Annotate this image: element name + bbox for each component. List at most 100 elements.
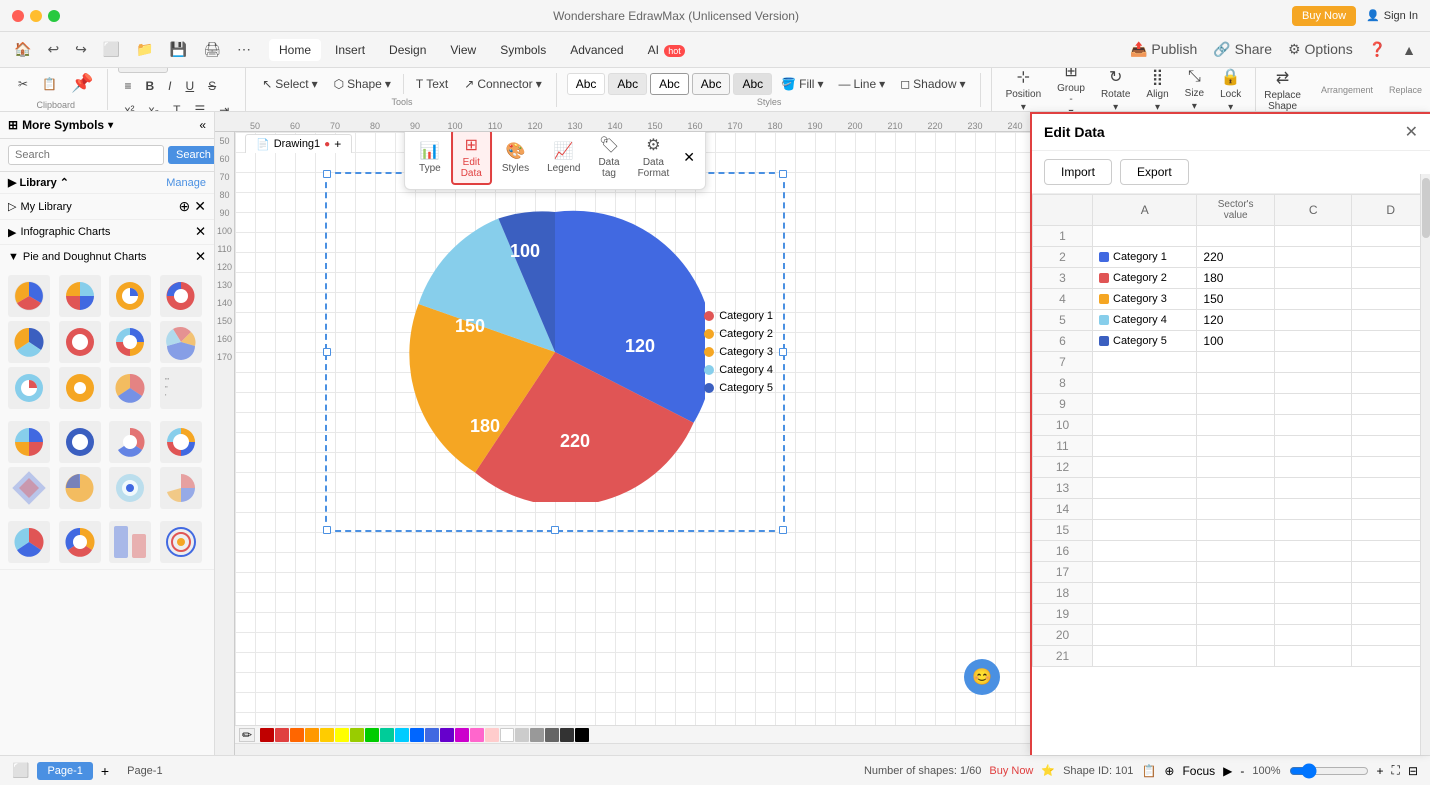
- group-btn[interactable]: ⊞ Group -▾: [1051, 68, 1091, 112]
- undo-icon[interactable]: ↩: [41, 37, 65, 62]
- color-swatch[interactable]: [455, 728, 469, 742]
- row-cell[interactable]: [1197, 394, 1275, 415]
- add-page-btn[interactable]: +: [101, 763, 109, 779]
- row-cell[interactable]: [1197, 373, 1275, 394]
- row-cell[interactable]: [1274, 226, 1352, 247]
- style-abc-4[interactable]: Abc: [692, 73, 731, 95]
- color-swatch[interactable]: [560, 728, 574, 742]
- row-cell[interactable]: [1352, 415, 1430, 436]
- chart-toolbar-close-btn[interactable]: ✕: [679, 145, 699, 170]
- row-cell[interactable]: [1274, 625, 1352, 646]
- chart-thumb-18[interactable]: [59, 467, 101, 509]
- underline-btn[interactable]: U: [179, 75, 200, 97]
- superscript-btn[interactable]: x²: [118, 99, 140, 113]
- line-btn[interactable]: — Line ▾: [832, 73, 891, 95]
- style-abc-2[interactable]: Abc: [608, 73, 647, 95]
- row-cell[interactable]: [1093, 499, 1197, 520]
- row-cell[interactable]: [1274, 499, 1352, 520]
- row-cell[interactable]: [1352, 373, 1430, 394]
- save-icon[interactable]: 💾: [164, 37, 193, 62]
- color-swatch[interactable]: [275, 728, 289, 742]
- chart-thumb-1[interactable]: [8, 275, 50, 317]
- bold-btn[interactable]: B: [139, 75, 160, 97]
- color-swatch[interactable]: [425, 728, 439, 742]
- row-cell[interactable]: [1352, 583, 1430, 604]
- chart-thumb-20[interactable]: [160, 467, 202, 509]
- row-cell[interactable]: [1093, 541, 1197, 562]
- row-cell[interactable]: [1093, 394, 1197, 415]
- row-cell[interactable]: [1197, 541, 1275, 562]
- row-cell[interactable]: [1352, 457, 1430, 478]
- row-cell[interactable]: [1274, 583, 1352, 604]
- chart-thumb-2[interactable]: [59, 275, 101, 317]
- row-cell[interactable]: [1352, 499, 1430, 520]
- play-btn[interactable]: ▶: [1223, 764, 1232, 778]
- chart-thumb-15[interactable]: [109, 421, 151, 463]
- text-style-btn[interactable]: T: [167, 99, 186, 113]
- row-cell[interactable]: [1352, 268, 1430, 289]
- paste-btn[interactable]: 📌: [65, 69, 99, 98]
- row-cell[interactable]: [1093, 226, 1197, 247]
- user-avatar[interactable]: 😊: [964, 659, 1000, 695]
- manage-link[interactable]: Manage: [166, 177, 206, 189]
- menu-view[interactable]: View: [440, 39, 486, 61]
- color-swatch[interactable]: [485, 728, 499, 742]
- color-swatch[interactable]: [575, 728, 589, 742]
- row-cell[interactable]: [1352, 247, 1430, 268]
- row-cell[interactable]: [1093, 604, 1197, 625]
- more-icon[interactable]: ⋯: [231, 37, 257, 62]
- menu-design[interactable]: Design: [379, 39, 436, 61]
- new-page-btn[interactable]: ⬜: [12, 762, 29, 779]
- color-swatch[interactable]: [290, 728, 304, 742]
- row-cell[interactable]: [1274, 520, 1352, 541]
- print-icon[interactable]: 🖨: [197, 37, 227, 62]
- open-icon[interactable]: 📁: [130, 37, 159, 62]
- sign-in-button[interactable]: 👤 Sign In: [1366, 9, 1418, 22]
- font-size-select[interactable]: 10: [118, 68, 168, 73]
- menu-ai[interactable]: AI hot: [638, 39, 695, 61]
- fill-btn[interactable]: 🪣 Fill ▾: [775, 73, 829, 95]
- chart-legend-btn[interactable]: 📈 Legend: [539, 137, 588, 178]
- row-cell[interactable]: [1352, 310, 1430, 331]
- row-cell[interactable]: [1197, 226, 1275, 247]
- row-cell[interactable]: [1274, 394, 1352, 415]
- italic-btn[interactable]: I: [162, 75, 177, 97]
- zoom-in-btn[interactable]: +: [1377, 764, 1384, 778]
- style-abc-1[interactable]: Abc: [567, 73, 606, 95]
- zoom-fit-btn[interactable]: ⊕: [1164, 764, 1174, 778]
- color-swatch[interactable]: [530, 728, 544, 742]
- chart-thumb-21[interactable]: [8, 521, 50, 563]
- zoom-slider[interactable]: [1289, 763, 1369, 779]
- row-cell[interactable]: [1093, 457, 1197, 478]
- row-cell[interactable]: [1352, 394, 1430, 415]
- row-cell[interactable]: [1274, 457, 1352, 478]
- row-cell[interactable]: [1197, 352, 1275, 373]
- chart-thumb-13[interactable]: [8, 421, 50, 463]
- row-cell[interactable]: [1274, 478, 1352, 499]
- color-swatch[interactable]: [410, 728, 424, 742]
- chart-thumb-23[interactable]: [109, 521, 151, 563]
- vertical-scrollbar[interactable]: [1420, 174, 1430, 755]
- shadow-btn[interactable]: ◻ Shadow ▾: [894, 73, 971, 95]
- sidebar-toggle-btn[interactable]: ⊟: [1408, 764, 1418, 778]
- chart-thumb-11[interactable]: [109, 367, 151, 409]
- row-cell[interactable]: [1197, 478, 1275, 499]
- color-swatch[interactable]: [365, 728, 379, 742]
- options-btn[interactable]: ⚙ Options: [1282, 37, 1359, 62]
- scrollbar-thumb[interactable]: [1422, 178, 1430, 238]
- chart-thumb-24[interactable]: [160, 521, 202, 563]
- row-cell[interactable]: Category 1: [1093, 247, 1197, 268]
- chart-thumb-4[interactable]: [160, 275, 202, 317]
- row-cell-value[interactable]: 220: [1197, 247, 1275, 268]
- color-swatch[interactable]: [395, 728, 409, 742]
- focus-btn[interactable]: Focus: [1182, 764, 1215, 778]
- row-cell[interactable]: [1197, 646, 1275, 667]
- close-library-btn[interactable]: ✕: [194, 198, 206, 215]
- row-cell[interactable]: [1197, 604, 1275, 625]
- select-tool-btn[interactable]: ↖ Select ▾: [256, 73, 323, 95]
- row-cell[interactable]: [1093, 520, 1197, 541]
- color-swatch[interactable]: [350, 728, 364, 742]
- new-icon[interactable]: ⬜: [97, 37, 126, 62]
- row-cell[interactable]: Category 3: [1093, 289, 1197, 310]
- row-cell[interactable]: [1093, 625, 1197, 646]
